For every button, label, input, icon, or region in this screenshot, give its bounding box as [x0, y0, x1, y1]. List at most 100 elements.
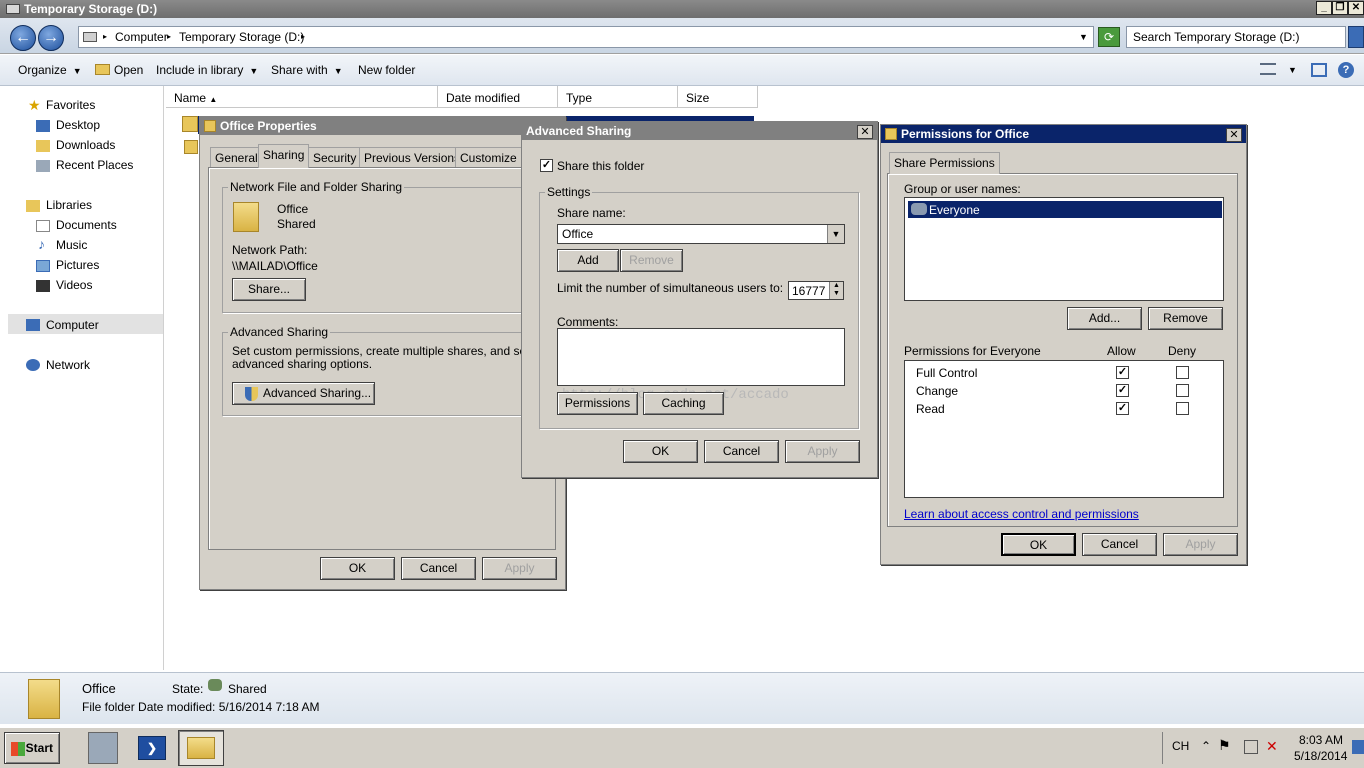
close-icon[interactable]: ✕ [1226, 128, 1242, 142]
share-name-combobox[interactable]: Office ▼ [557, 224, 845, 244]
chevron-right-icon[interactable]: ▸ [103, 32, 107, 41]
column-date-modified[interactable]: Date modified [438, 86, 558, 108]
remove-share-button[interactable]: Remove [620, 249, 683, 272]
permissions-ok-button[interactable]: OK [1001, 533, 1076, 556]
tab-sharing[interactable]: Sharing [258, 144, 310, 168]
properties-cancel-button[interactable]: Cancel [401, 557, 476, 580]
tab-share-permissions[interactable]: Share Permissions [889, 152, 1000, 174]
nav-pictures[interactable]: Pictures [56, 258, 99, 272]
include-in-library-button[interactable]: Include in library ▼ [156, 63, 258, 77]
open-button[interactable]: Open [95, 63, 143, 77]
deny-read-checkbox[interactable] [1176, 402, 1189, 415]
server-manager-icon[interactable] [88, 732, 118, 764]
share-button[interactable]: Share... [232, 278, 306, 301]
show-hidden-icons-icon[interactable]: ⌃ [1201, 739, 1211, 753]
nav-network[interactable]: Network [46, 358, 90, 372]
close-button[interactable]: ✕ [1348, 1, 1364, 15]
nav-libraries[interactable]: Libraries [46, 198, 92, 212]
permissions-button[interactable]: Permissions [557, 392, 638, 415]
nav-recent-places[interactable]: Recent Places [56, 158, 133, 172]
search-input[interactable]: Search Temporary Storage (D:) [1126, 26, 1346, 48]
add-user-button[interactable]: Add... [1067, 307, 1142, 330]
spinner-arrows-icon[interactable]: ▲ ▼ [829, 282, 843, 299]
network-tray-icon[interactable] [1244, 740, 1258, 754]
address-box[interactable]: ▸ Computer ▸ Temporary Storage (D:) ▸ ▼ [78, 26, 1094, 48]
deny-change-checkbox[interactable] [1176, 384, 1189, 397]
permissions-apply-button[interactable]: Apply [1163, 533, 1238, 556]
chevron-right-icon[interactable]: ▸ [167, 32, 171, 41]
nav-favorites[interactable]: Favorites [46, 98, 95, 112]
allow-full-control-checkbox[interactable]: ✓ [1116, 366, 1129, 379]
forward-button[interactable]: → [38, 25, 64, 51]
permissions-cancel-button[interactable]: Cancel [1082, 533, 1157, 556]
user-limit-spinner[interactable]: 16777 ▲ ▼ [788, 281, 844, 300]
clock-date[interactable]: 5/18/2014 [1294, 749, 1347, 763]
dropdown-arrow-icon[interactable]: ▼ [827, 225, 844, 243]
start-button[interactable]: Start [4, 732, 60, 764]
tab-general[interactable]: General [210, 147, 263, 167]
minimize-button[interactable]: _ [1316, 1, 1332, 15]
column-name[interactable]: Name ▲ [166, 86, 438, 108]
new-folder-button[interactable]: New folder [358, 63, 415, 77]
refresh-button[interactable]: ⟳ [1098, 27, 1120, 47]
advanced-sharing-button[interactable]: Advanced Sharing... [232, 382, 375, 405]
nav-downloads[interactable]: Downloads [56, 138, 115, 152]
caching-button[interactable]: Caching [643, 392, 724, 415]
column-type[interactable]: Type [558, 86, 678, 108]
group-user-list[interactable]: Everyone [904, 197, 1224, 301]
view-dropdown-icon[interactable]: ▼ [1288, 65, 1297, 75]
properties-apply-button[interactable]: Apply [482, 557, 557, 580]
advanced-apply-button[interactable]: Apply [785, 440, 860, 463]
share-with-label: Share with [271, 63, 328, 77]
learn-access-control-link[interactable]: Learn about access control and permissio… [904, 507, 1139, 521]
comments-textarea[interactable] [557, 328, 845, 386]
address-dropdown-icon[interactable]: ▼ [1079, 32, 1088, 42]
folder-icon [233, 202, 259, 232]
folder-icon[interactable] [182, 116, 198, 132]
nav-desktop[interactable]: Desktop [56, 118, 100, 132]
volume-muted-icon[interactable]: ✕ [1266, 738, 1278, 755]
chevron-right-icon[interactable]: ▸ [301, 32, 305, 41]
network-sharing-group-label: Network File and Folder Sharing [228, 180, 405, 194]
back-button[interactable]: ← [10, 25, 36, 51]
properties-ok-button[interactable]: OK [320, 557, 395, 580]
clock-time[interactable]: 8:03 AM [1299, 733, 1343, 747]
powershell-icon[interactable]: ❯ [138, 736, 166, 760]
folder-icon[interactable] [184, 140, 198, 154]
explorer-taskbar-button[interactable] [178, 730, 224, 766]
nav-computer[interactable]: Computer [46, 318, 99, 332]
share-with-button[interactable]: Share with ▼ [271, 63, 343, 77]
list-item[interactable]: Everyone [908, 201, 1222, 218]
include-label: Include in library [156, 63, 244, 77]
tab-previous-versions[interactable]: Previous Versions [359, 147, 466, 167]
advanced-ok-button[interactable]: OK [623, 440, 698, 463]
view-options-icon[interactable] [1260, 63, 1276, 75]
nav-music[interactable]: Music [56, 238, 87, 252]
show-desktop-icon[interactable] [1352, 740, 1364, 754]
close-icon[interactable]: ✕ [857, 125, 873, 139]
add-share-button[interactable]: Add [557, 249, 619, 272]
nav-documents[interactable]: Documents [56, 218, 117, 232]
advanced-sharing-group-label: Advanced Sharing [228, 325, 331, 339]
flag-icon[interactable]: ⚑ [1218, 737, 1231, 754]
share-this-folder-checkbox[interactable]: ✓ [540, 159, 553, 172]
organize-button[interactable]: Organize ▼ [18, 63, 82, 77]
permission-read: Read [916, 402, 945, 416]
language-indicator[interactable]: CH [1172, 739, 1189, 753]
permissions-dialog: Permissions for Office ✕ Share Permissio… [880, 124, 1247, 565]
remove-user-button[interactable]: Remove [1148, 307, 1223, 330]
tab-customize[interactable]: Customize [455, 147, 522, 167]
tab-security[interactable]: Security [308, 147, 362, 167]
advanced-cancel-button[interactable]: Cancel [704, 440, 779, 463]
breadcrumb-computer[interactable]: Computer [115, 30, 168, 44]
allow-read-checkbox[interactable]: ✓ [1116, 402, 1129, 415]
nav-videos[interactable]: Videos [56, 278, 92, 292]
search-icon[interactable] [1348, 26, 1364, 48]
breadcrumb-drive[interactable]: Temporary Storage (D:) [179, 30, 304, 44]
preview-pane-icon[interactable] [1311, 63, 1327, 77]
help-icon[interactable]: ? [1338, 62, 1354, 78]
allow-change-checkbox[interactable]: ✓ [1116, 384, 1129, 397]
restore-button[interactable]: ❐ [1332, 1, 1348, 15]
column-size[interactable]: Size [678, 86, 758, 108]
deny-full-control-checkbox[interactable] [1176, 366, 1189, 379]
